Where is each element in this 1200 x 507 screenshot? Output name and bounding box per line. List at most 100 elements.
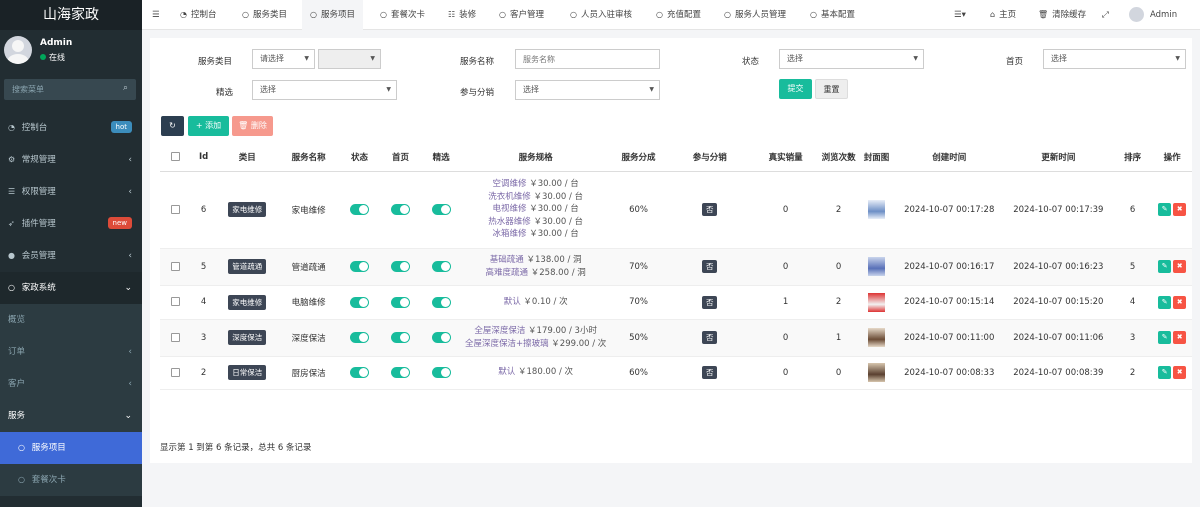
delete-row-button[interactable]: ✖ [1173,260,1187,273]
sort-cell: 3 [1112,319,1153,357]
tab-staff-manage[interactable]: ○ 服务人员管理 [724,0,786,30]
row-select-cell[interactable] [160,319,192,357]
home-select[interactable]: 选择 ▼ [1043,49,1186,69]
featured-select[interactable]: 选择 ▼ [252,80,397,100]
sidebar-item-customers[interactable]: 客户 ‹ [0,368,142,400]
refresh-button[interactable]: ↻ [161,116,184,136]
delete-row-button[interactable]: ✖ [1173,366,1187,379]
edit-button[interactable]: ✎ [1158,366,1172,379]
col-id[interactable]: Id [191,143,217,172]
tab-service-category[interactable]: ○ 服务类目 [242,0,287,30]
row-checkbox[interactable] [171,367,181,377]
reset-button[interactable]: 重置 [815,79,848,99]
delete-row-button[interactable]: ✖ [1173,203,1187,216]
category-select[interactable]: 请选择 ▼ [252,49,315,69]
edit-button[interactable]: ✎ [1158,295,1172,309]
status-toggle[interactable] [350,332,369,343]
cover-image[interactable] [867,257,885,276]
home-toggle[interactable] [391,204,411,215]
featured-toggle[interactable] [431,204,451,215]
home-toggle[interactable] [391,296,411,308]
sidebar-item-dashboard[interactable]: ◔ 控制台 hot [0,112,142,144]
tab-customers[interactable]: ○ 客户管理 [499,0,544,30]
status-toggle[interactable] [350,367,369,378]
cover-image[interactable] [867,200,885,219]
circle-icon: ○ [499,10,506,19]
row-checkbox[interactable] [171,297,181,306]
home-cell [380,319,421,357]
select-all-checkbox[interactable] [171,151,181,161]
col-updated[interactable]: 更新时间 [1003,143,1113,172]
add-button[interactable]: + 添加 [188,116,229,136]
delete-button[interactable]: 🗑 删除 [232,116,273,136]
distribution-select[interactable]: 选择 ▼ [515,80,660,100]
dist-badge: 否 [701,331,718,344]
sidebar-item-packages[interactable]: ○ 套餐次卡 [0,464,142,496]
clear-cache-button[interactable]: 🗑 清除缓存 [1038,0,1086,30]
home-toggle[interactable] [391,261,411,272]
status-toggle[interactable] [350,261,369,272]
edit-button[interactable]: ✎ [1158,331,1172,344]
subcategory-select[interactable]: ▼ [318,49,381,69]
status-select[interactable]: 选择 ▼ [779,49,924,69]
fullscreen-icon[interactable]: ⤢ [1102,0,1109,30]
service-name-input[interactable] [515,49,660,69]
sidebar-item-members[interactable]: ● 会员管理 ‹ [0,240,142,272]
col-created[interactable]: 创建时间 [894,143,1004,172]
search-icon[interactable]: ⌕ [123,83,128,93]
tab-dashboard[interactable]: ◔ 控制台 [180,0,217,30]
cover-image[interactable] [867,363,885,382]
row-checkbox[interactable] [171,261,181,271]
category-badge: 管道疏通 [228,259,267,274]
home-toggle[interactable] [391,332,411,343]
specs-cell: 空调维修 ￥30.00 / 台洗衣机维修 ￥30.00 / 台电视维修 ￥30.… [461,171,610,249]
brand-logo[interactable]: 山海家政 [0,0,142,30]
sidebar-item-auth[interactable]: ☰ 权限管理 ‹ [0,176,142,208]
row-select-cell[interactable] [160,356,192,390]
home-toggle[interactable] [391,367,411,378]
row-select-cell[interactable] [160,171,192,249]
sidebar-item-housekeeping[interactable]: ○ 家政系统 ⌄ [0,272,142,304]
home-link[interactable]: ⌂ 主页 [990,0,1016,30]
status-toggle[interactable] [350,296,369,308]
row-select-cell[interactable] [160,248,192,286]
featured-toggle[interactable] [431,296,451,308]
sidebar-search-input[interactable]: 搜索菜单 ⌕ [4,79,136,100]
row-checkbox[interactable] [171,204,181,214]
tab-service-items[interactable]: ○ 服务项目 [302,0,363,30]
delete-row-button[interactable]: ✖ [1173,295,1187,309]
sidebar-item-overview[interactable]: 概览 [0,304,142,336]
col-views[interactable]: 浏览次数 [818,143,859,172]
sidebar-item-plugins[interactable]: ➶ 插件管理 new [0,208,142,240]
featured-toggle[interactable] [431,332,451,343]
col-sales[interactable]: 真实销量 [752,143,819,172]
tab-recharge[interactable]: ○ 充值配置 [656,0,701,30]
delete-row-button[interactable]: ✖ [1173,331,1187,344]
tab-decoration[interactable]: ☷ 装修 [448,0,476,30]
admin-menu[interactable]: Admin [1129,0,1177,30]
tab-basic-config[interactable]: ○ 基本配置 [810,0,855,30]
sidebar-item-service-items[interactable]: ○ 服务项目 [0,432,142,464]
status-toggle[interactable] [350,204,369,215]
cover-image[interactable] [867,328,885,347]
menu-toggle-icon[interactable]: ☰ [152,0,160,30]
col-sort[interactable]: 排序 [1112,143,1153,172]
edit-button[interactable]: ✎ [1158,203,1172,216]
tab-packages[interactable]: ○ 套餐次卡 [380,0,425,30]
sidebar-item-general[interactable]: ⚙ 常规管理 ‹ [0,144,142,176]
user-status: 在线 [40,52,65,63]
cover-image[interactable] [867,292,885,312]
select-all-cell[interactable] [160,143,192,172]
tab-label: 人员入驻审核 [580,10,632,20]
edit-button[interactable]: ✎ [1158,260,1172,273]
featured-toggle[interactable] [431,367,451,378]
sidebar-item-orders[interactable]: 订单 ‹ [0,336,142,368]
tabs-menu-icon[interactable]: ☰▾ [954,0,966,30]
featured-toggle[interactable] [431,261,451,272]
pencil-icon: ✎ [1161,205,1168,213]
submit-button[interactable]: 提交 [779,79,812,99]
row-select-cell[interactable] [160,285,192,320]
tab-staff-review[interactable]: ○ 人员入驻审核 [570,0,632,30]
sidebar-item-service[interactable]: 服务 ⌄ [0,400,142,432]
row-checkbox[interactable] [171,332,181,342]
